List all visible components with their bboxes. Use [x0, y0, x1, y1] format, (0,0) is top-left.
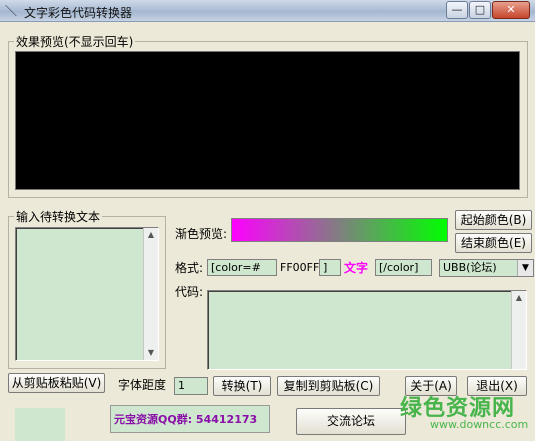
minimize-button[interactable]: — — [446, 1, 468, 19]
gradient-preview-bar — [231, 218, 448, 242]
effect-preview-area — [15, 51, 520, 190]
chevron-down-icon[interactable]: ▼ — [517, 260, 533, 276]
input-text-area[interactable] — [15, 227, 159, 361]
color-swatch — [15, 408, 65, 441]
scroll-up-icon[interactable]: ▲ — [512, 291, 526, 305]
copy-to-clipboard-button[interactable]: 复制到剪贴板(C) — [277, 376, 380, 396]
format-sample-text: 文字 — [344, 261, 369, 275]
code-scrollbar[interactable]: ▲ — [511, 291, 526, 369]
code-label: 代码: — [175, 285, 204, 299]
input-scrollbar[interactable]: ▲ ▼ — [143, 228, 158, 360]
format-close-bracket[interactable]: ] — [319, 259, 341, 276]
minimize-icon: — — [451, 3, 463, 16]
format-hex-value: FF00FF — [280, 261, 320, 274]
qq-group-text: 元宝资源QQ群: 54412173 — [114, 413, 258, 426]
app-icon: ＼ — [5, 4, 18, 18]
maximize-button[interactable]: □ — [469, 1, 491, 19]
window-title: 文字彩色代码转换器 — [24, 6, 133, 20]
forum-button[interactable]: 交流论坛 — [296, 408, 406, 435]
format-end-tag[interactable]: [/color] — [375, 259, 432, 276]
paste-from-clipboard-button[interactable]: 从剪贴板粘贴(V) — [8, 373, 105, 393]
format-mode-value: UBB(论坛) — [443, 261, 497, 274]
scroll-down-icon[interactable]: ▼ — [144, 346, 158, 360]
format-label: 格式: — [175, 261, 204, 275]
gradient-preview-label: 渐色预览: — [175, 227, 228, 241]
input-group-label: 输入待转换文本 — [14, 208, 103, 225]
format-open-tag[interactable]: [color=# — [207, 259, 277, 276]
maximize-icon: □ — [474, 3, 486, 16]
watermark-url: www.downcc.com — [430, 418, 529, 431]
scroll-up-icon[interactable]: ▲ — [144, 228, 158, 242]
close-icon: ✕ — [506, 3, 516, 16]
close-button[interactable]: ✕ — [492, 1, 530, 19]
qq-group-box: 元宝资源QQ群: 54412173 — [110, 405, 270, 433]
convert-button[interactable]: 转换(T) — [213, 376, 271, 396]
code-text-area[interactable] — [207, 290, 527, 370]
font-spacing-input[interactable]: 1 — [174, 377, 208, 395]
format-mode-select[interactable]: UBB(论坛) ▼ — [439, 259, 534, 277]
font-spacing-label: 字体距度 — [118, 378, 167, 392]
preview-group-label: 效果预览(不显示回车) — [14, 33, 136, 50]
end-color-button[interactable]: 结束颜色(E) — [455, 233, 532, 253]
start-color-button[interactable]: 起始颜色(B) — [455, 210, 532, 230]
